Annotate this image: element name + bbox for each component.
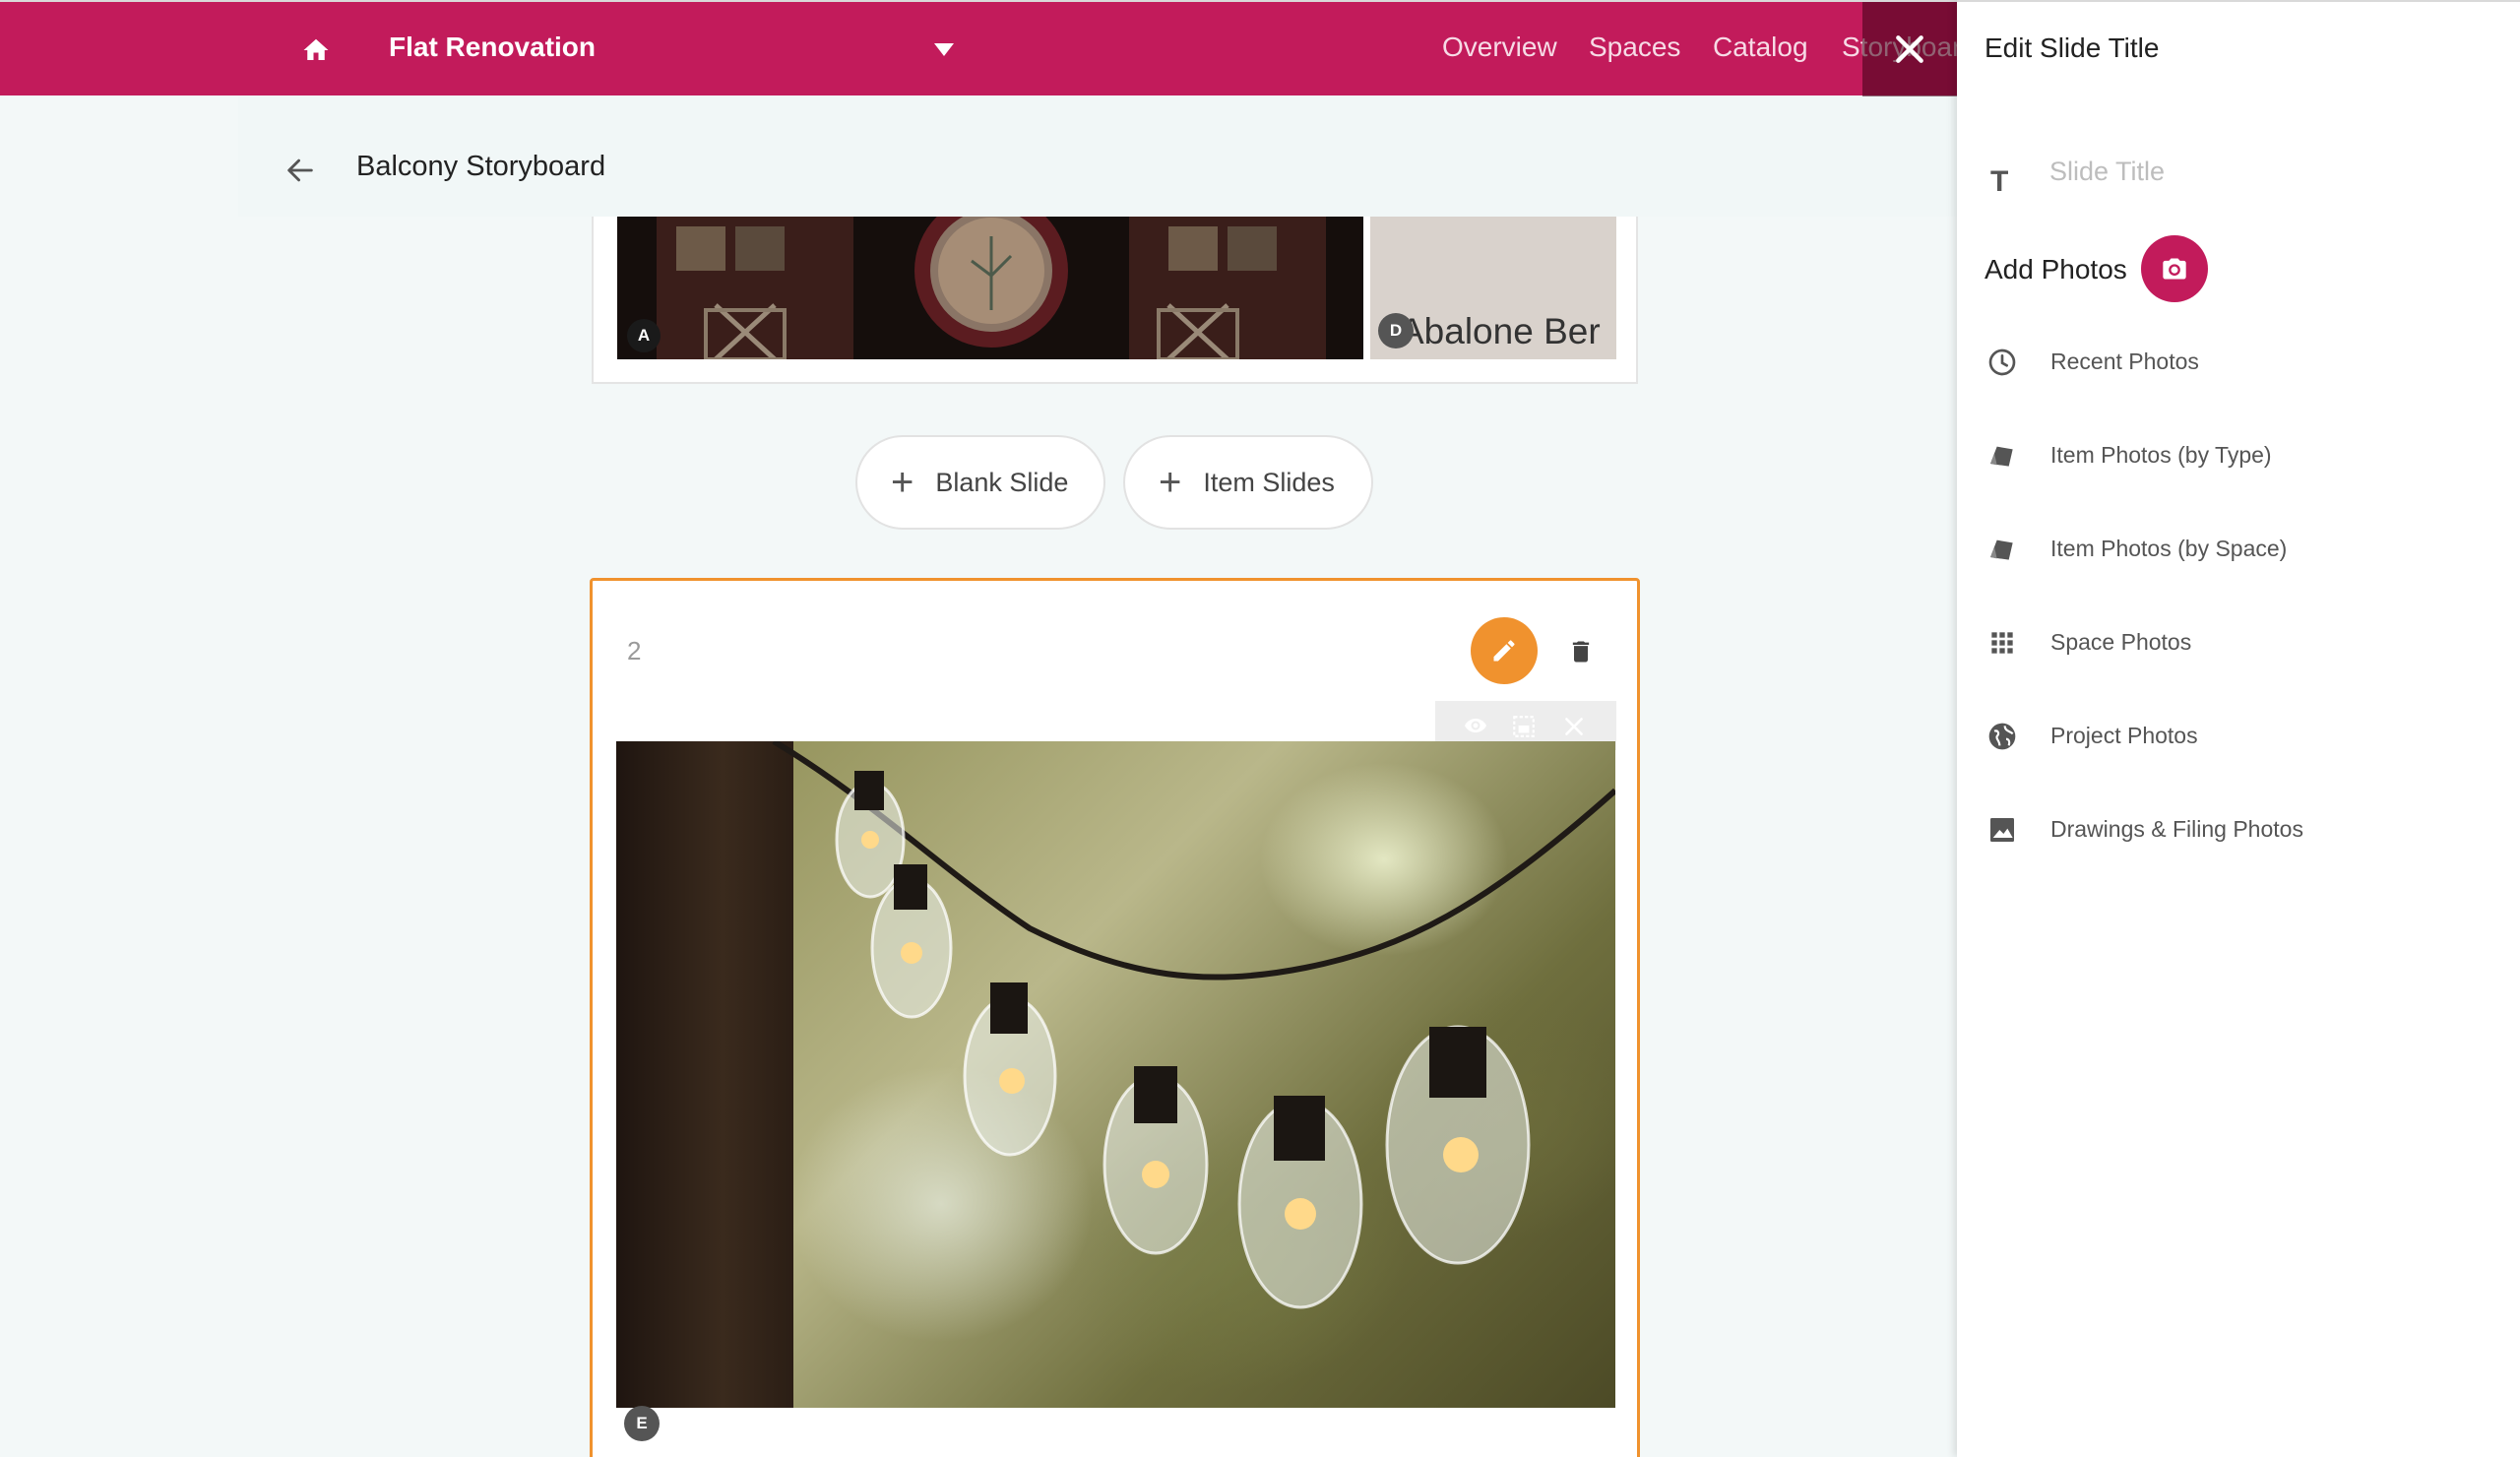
add-item-slides-label: Item Slides — [1203, 467, 1335, 497]
text-format-icon: T — [1990, 165, 2009, 198]
slide-number: 2 — [627, 636, 642, 665]
nav-catalog[interactable]: Catalog — [1713, 32, 1808, 63]
edit-slide-drawer: Edit Slide Title T Add Photos Recent Pho… — [1957, 0, 2520, 1457]
plus-icon: + — [1159, 461, 1182, 504]
photo-badge: A — [627, 319, 661, 352]
slide-card-2[interactable]: 2 E — [590, 578, 1640, 1457]
menu-space-photos-label: Space Photos — [2050, 629, 2192, 655]
slide-card-1: A Abalone Ber D — [592, 217, 1638, 384]
menu-recent-photos-label: Recent Photos — [2050, 348, 2199, 374]
add-item-slides-button[interactable]: + Item Slides — [1123, 435, 1373, 530]
photo-badge: D — [1378, 313, 1414, 348]
project-dropdown-icon[interactable] — [934, 43, 954, 56]
page-title: Balcony Storyboard — [356, 151, 606, 182]
menu-project-photos-label: Project Photos — [2050, 723, 2198, 748]
slide-title-input[interactable] — [2049, 150, 2483, 193]
close-icon — [1896, 35, 1923, 63]
crop-photo-icon[interactable] — [1510, 714, 1538, 739]
menu-drawings-filing-photos[interactable]: Drawings & Filing Photos — [1957, 800, 2520, 859]
top-app-bar: Flat Renovation Overview Spaces Catalog … — [0, 0, 1958, 97]
menu-project-photos[interactable]: Project Photos — [1957, 707, 2520, 766]
trash-icon[interactable] — [1567, 637, 1595, 666]
eye-icon[interactable] — [1461, 714, 1490, 737]
menu-drawings-filing-photos-label: Drawings & Filing Photos — [2050, 816, 2303, 842]
image-icon — [1990, 818, 2014, 842]
string-lights-image — [772, 741, 1615, 1309]
menu-space-photos[interactable]: Space Photos — [1957, 613, 2520, 672]
edit-slide-button[interactable] — [1471, 617, 1538, 684]
tag-icon — [1990, 539, 2013, 560]
slide-photo-d[interactable]: Abalone Ber D — [1370, 217, 1616, 359]
tag-icon — [1990, 446, 2013, 467]
add-photos-label: Add Photos — [1984, 254, 2127, 285]
back-arrow-icon[interactable] — [284, 154, 317, 187]
slide-photo-a[interactable]: A — [617, 217, 1363, 359]
add-blank-slide-button[interactable]: + Blank Slide — [855, 435, 1105, 530]
add-photos-button[interactable] — [2141, 235, 2208, 302]
storyboard-header: Balcony Storyboard — [238, 96, 1957, 217]
camera-icon — [2163, 258, 2186, 280]
project-title[interactable]: Flat Renovation — [389, 32, 596, 63]
nav-overview[interactable]: Overview — [1442, 32, 1557, 63]
close-drawer-button[interactable] — [1862, 2, 1957, 97]
photo-badge: E — [624, 1406, 660, 1441]
menu-item-photos-by-space-label: Item Photos (by Space) — [2050, 536, 2288, 561]
home-icon[interactable] — [299, 35, 333, 65]
globe-icon — [1988, 723, 2016, 750]
plus-icon: + — [891, 461, 914, 504]
menu-recent-photos[interactable]: Recent Photos — [1957, 333, 2520, 392]
clock-icon — [1988, 348, 2016, 376]
remove-photo-icon[interactable] — [1561, 714, 1587, 739]
paint-swatch-text: Abalone Ber — [1400, 311, 1601, 351]
menu-item-photos-by-type[interactable]: Item Photos (by Type) — [1957, 426, 2520, 485]
add-blank-slide-label: Blank Slide — [935, 467, 1069, 497]
stained-glass-door-image — [617, 217, 1363, 359]
string-lights-photo[interactable] — [616, 741, 1615, 1408]
nav-spaces[interactable]: Spaces — [1589, 32, 1680, 63]
pencil-icon — [1493, 640, 1515, 662]
drawer-title: Edit Slide Title — [1984, 32, 2160, 63]
grid-icon — [1991, 632, 2013, 654]
menu-item-photos-by-space[interactable]: Item Photos (by Space) — [1957, 520, 2520, 579]
menu-item-photos-by-type-label: Item Photos (by Type) — [2050, 442, 2272, 468]
